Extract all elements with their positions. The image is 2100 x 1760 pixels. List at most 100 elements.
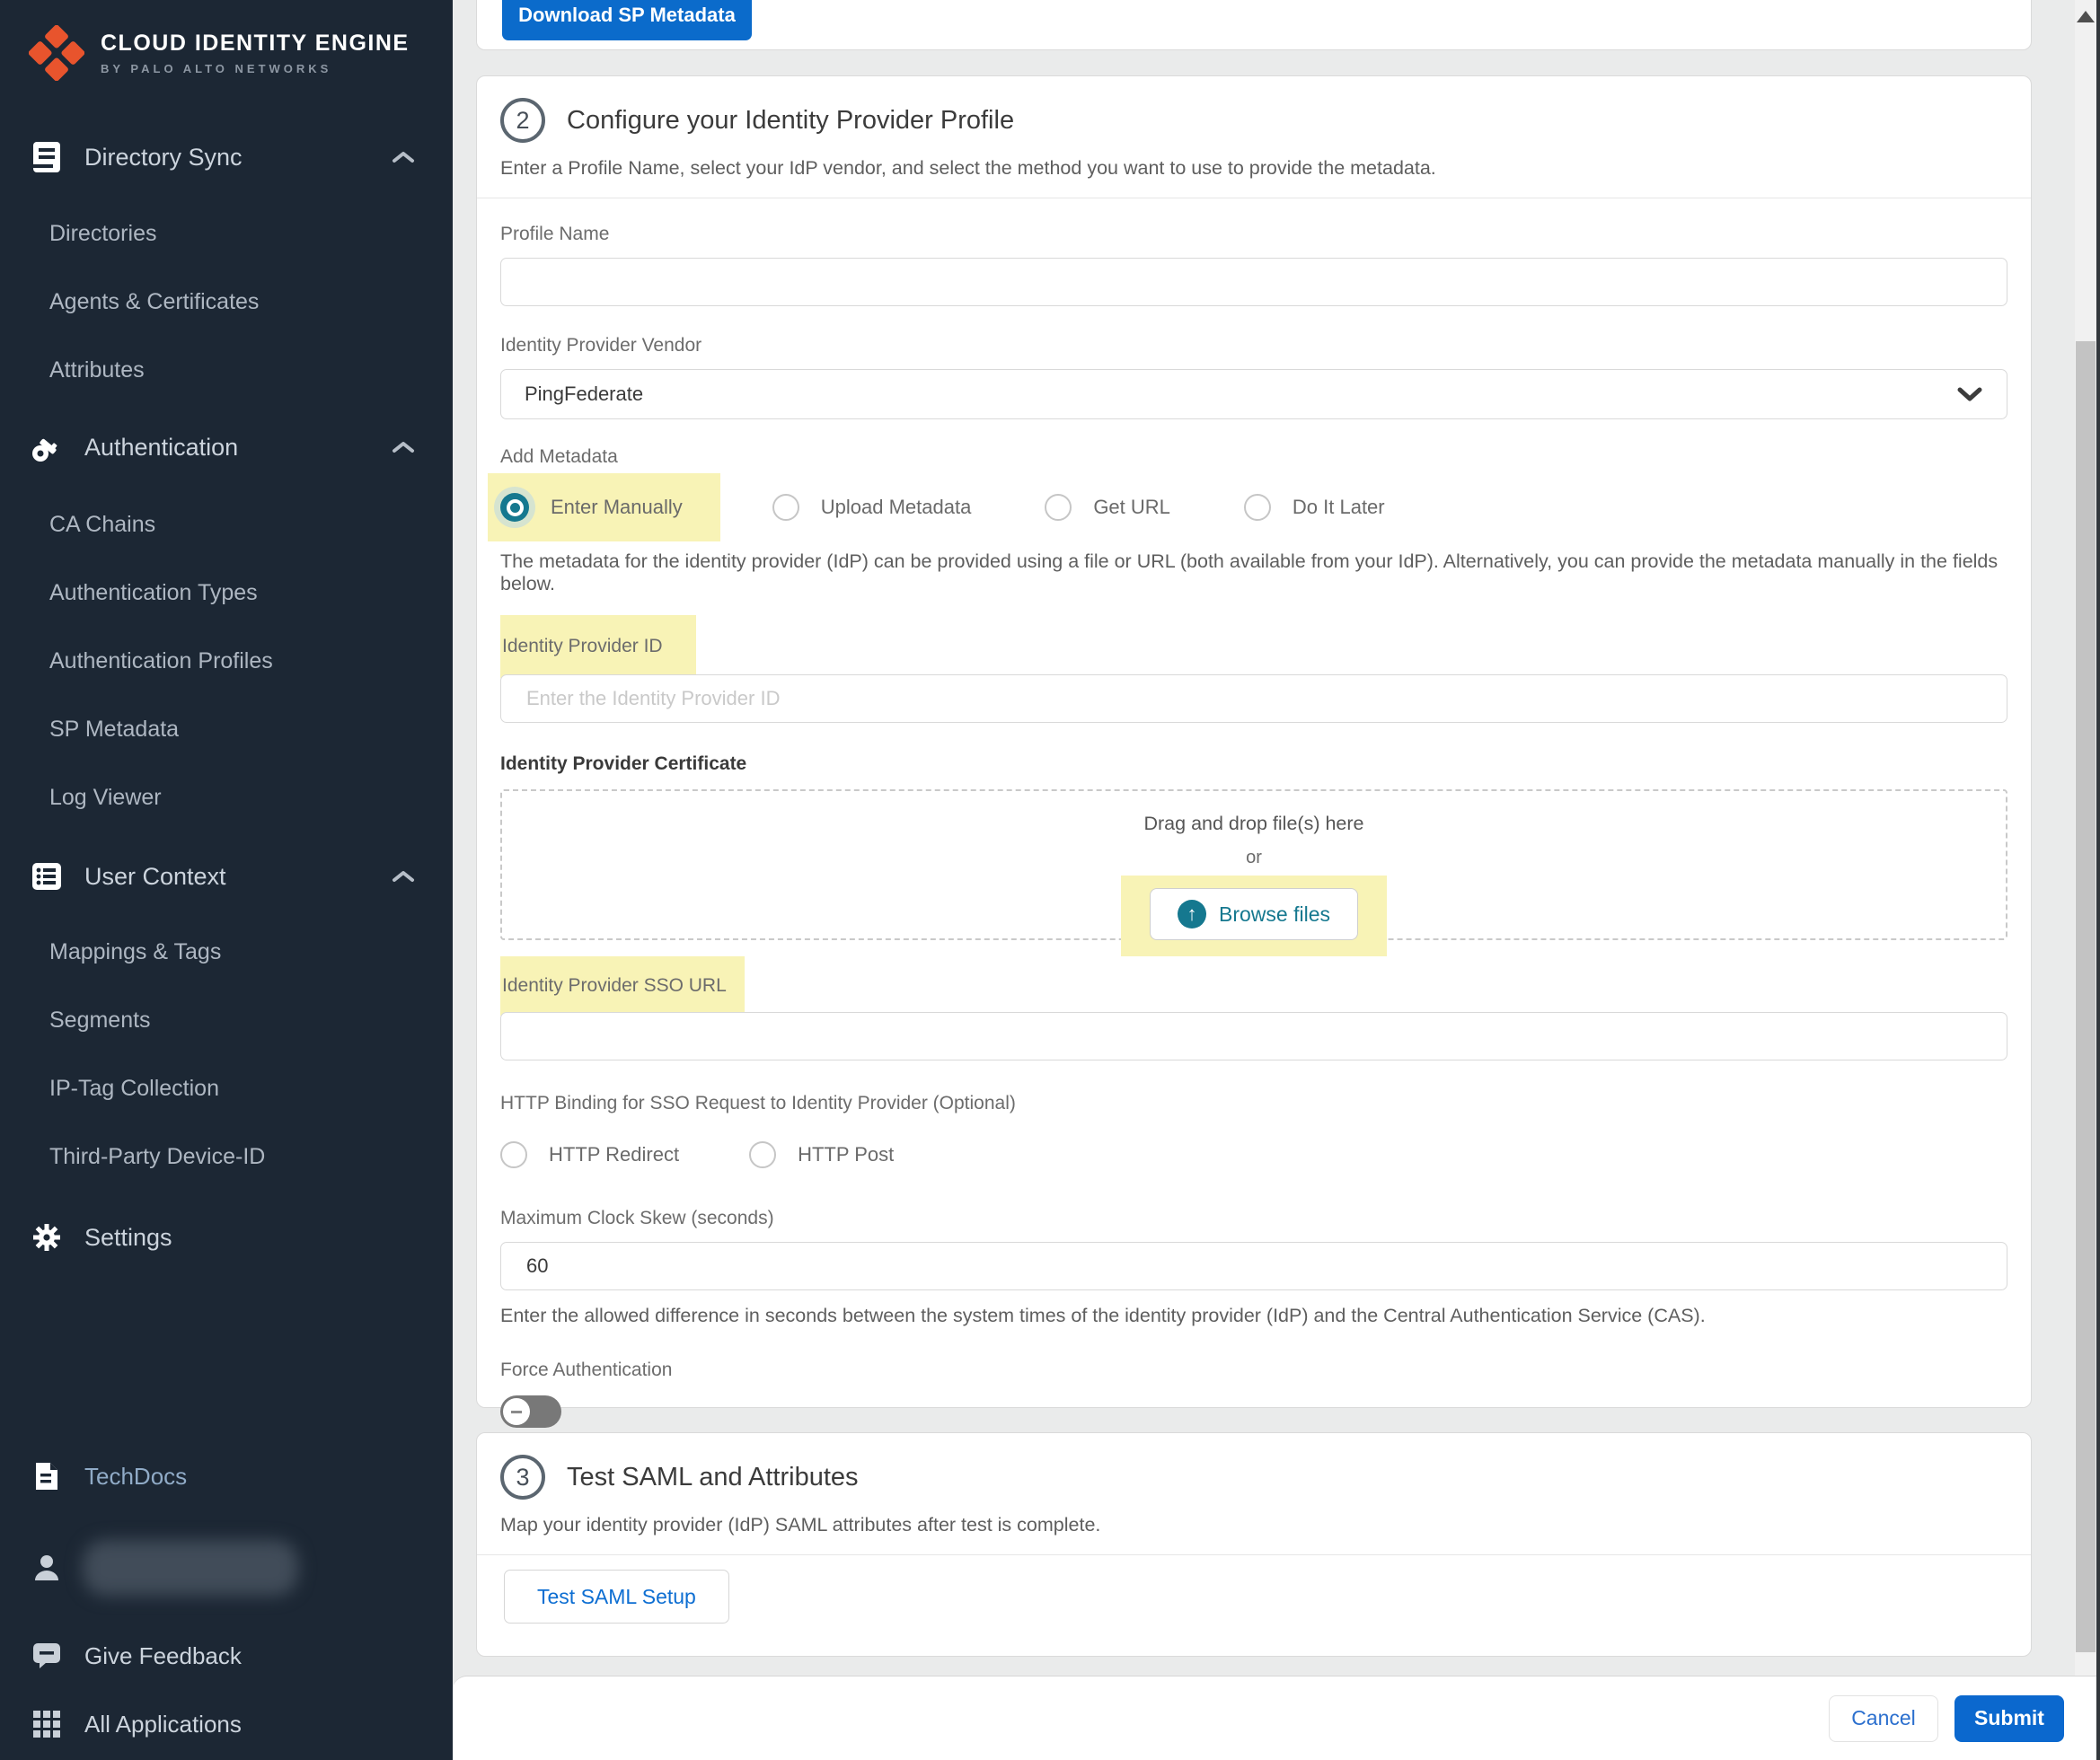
- key-icon: [29, 431, 65, 463]
- radio-http-post[interactable]: HTTP Post: [749, 1141, 894, 1168]
- app-title: CLOUD IDENTITY ENGINE: [101, 31, 410, 57]
- sidebar-item-give-feedback[interactable]: Give Feedback: [0, 1627, 453, 1685]
- cancel-button[interactable]: Cancel: [1829, 1695, 1938, 1742]
- sso-url-input[interactable]: [500, 1012, 2007, 1060]
- clock-skew-input[interactable]: [500, 1242, 2007, 1290]
- radio-do-it-later[interactable]: Do It Later: [1244, 494, 1385, 521]
- chevron-up-icon[interactable]: [392, 869, 415, 884]
- sidebar-item-techdocs[interactable]: TechDocs: [0, 1448, 453, 1505]
- footer-action-bar: Cancel Submit: [453, 1676, 2096, 1760]
- step2-title: Configure your Identity Provider Profile: [567, 106, 1014, 136]
- sidebar-item-all-applications[interactable]: All Applications: [0, 1695, 453, 1753]
- chevron-up-icon[interactable]: [392, 150, 415, 164]
- toggle-knob: [503, 1398, 530, 1425]
- idp-vendor-select[interactable]: PingFederate: [500, 369, 2007, 419]
- sidebar-item-log-viewer[interactable]: Log Viewer: [49, 772, 162, 823]
- sidebar-item-segments[interactable]: Segments: [49, 995, 151, 1045]
- idp-id-label: Identity Provider ID: [502, 636, 663, 657]
- sidebar-item-authentication-profiles[interactable]: Authentication Profiles: [49, 636, 273, 686]
- sidebar-item-label: TechDocs: [84, 1463, 187, 1491]
- sidebar-group-settings[interactable]: Settings: [0, 1209, 453, 1266]
- sidebar-item-agents-certificates[interactable]: Agents & Certificates: [49, 277, 259, 327]
- upload-arrow-icon: ↑: [1178, 900, 1206, 928]
- scroll-up-arrow-icon[interactable]: [2077, 11, 2095, 22]
- sidebar: CLOUD IDENTITY ENGINE BY PALO ALTO NETWO…: [0, 0, 453, 1760]
- logo: CLOUD IDENTITY ENGINE BY PALO ALTO NETWO…: [29, 25, 410, 81]
- force-auth-toggle[interactable]: [500, 1395, 561, 1428]
- sidebar-item-mappings-tags[interactable]: Mappings & Tags: [49, 927, 221, 977]
- step2-header: 2 Configure your Identity Provider Profi…: [477, 76, 2031, 198]
- idp-vendor-selected-value: PingFederate: [525, 383, 643, 406]
- scrollbar-track[interactable]: [2075, 0, 2096, 1711]
- window-edge: [2096, 0, 2100, 1760]
- browse-files-button[interactable]: ↑ Browse files: [1150, 888, 1358, 940]
- profile-name-label: Profile Name: [500, 224, 2007, 245]
- idp-certificate-label: Identity Provider Certificate: [500, 753, 2007, 775]
- sidebar-user-account[interactable]: [0, 1539, 453, 1597]
- user-icon: [29, 1553, 65, 1582]
- idp-id-label-highlight: Identity Provider ID: [500, 615, 696, 678]
- document-icon: [29, 1461, 65, 1492]
- redacted-username: [83, 1540, 298, 1596]
- radio-http-redirect[interactable]: HTTP Redirect: [500, 1141, 679, 1168]
- drop-text: Drag and drop file(s) here: [1144, 813, 1364, 835]
- sidebar-item-label: Give Feedback: [84, 1642, 242, 1670]
- sidebar-item-authentication-types[interactable]: Authentication Types: [49, 568, 258, 618]
- sidebar-group-label: Authentication: [84, 434, 238, 462]
- grid-icon: [29, 1710, 65, 1738]
- add-metadata-label: Add Metadata: [500, 446, 2007, 468]
- radio-icon: [772, 494, 799, 521]
- sidebar-group-authentication[interactable]: Authentication: [0, 418, 453, 476]
- scrollbar-thumb[interactable]: [2076, 341, 2096, 1652]
- radio-icon: [1244, 494, 1271, 521]
- radio-enter-manually[interactable]: Enter Manually: [488, 473, 720, 541]
- sidebar-group-label: Settings: [84, 1224, 172, 1252]
- step3-description: Map your identity provider (IdP) SAML at…: [500, 1514, 2006, 1536]
- sidebar-item-ca-chains[interactable]: CA Chains: [49, 499, 155, 550]
- test-saml-card: 3 Test SAML and Attributes Map your iden…: [476, 1432, 2032, 1657]
- add-metadata-help: The metadata for the identity provider (…: [500, 550, 2007, 595]
- step-number-badge: 2: [500, 98, 545, 143]
- browse-files-highlight: ↑ Browse files: [1121, 876, 1387, 956]
- http-binding-label: HTTP Binding for SSO Request to Identity…: [500, 1093, 2007, 1114]
- sidebar-item-attributes[interactable]: Attributes: [49, 345, 145, 395]
- chevron-up-icon[interactable]: [392, 440, 415, 454]
- book-icon: [29, 141, 65, 173]
- idp-vendor-label: Identity Provider Vendor: [500, 335, 2007, 356]
- sidebar-group-directory-sync[interactable]: Directory Sync: [0, 128, 453, 186]
- radio-get-url[interactable]: Get URL: [1045, 494, 1170, 521]
- sidebar-item-directories[interactable]: Directories: [49, 208, 156, 259]
- profile-name-input[interactable]: [500, 258, 2007, 306]
- step3-title: Test SAML and Attributes: [567, 1463, 859, 1492]
- step2-description: Enter a Profile Name, select your IdP ve…: [500, 157, 2006, 180]
- sidebar-group-label: User Context: [84, 863, 226, 891]
- app-subtitle: BY PALO ALTO NETWORKS: [101, 62, 410, 75]
- gear-icon: [29, 1221, 65, 1254]
- download-sp-metadata-button[interactable]: Download SP Metadata: [502, 0, 752, 40]
- sso-url-label: Identity Provider SSO URL: [502, 975, 727, 997]
- feedback-icon: [29, 1641, 65, 1670]
- palo-alto-logo-icon: [29, 25, 84, 81]
- sidebar-item-ip-tag-collection[interactable]: IP-Tag Collection: [49, 1063, 219, 1113]
- step3-header: 3 Test SAML and Attributes Map your iden…: [477, 1433, 2031, 1555]
- sidebar-group-user-context[interactable]: User Context: [0, 848, 453, 905]
- sso-url-label-highlight: Identity Provider SSO URL: [500, 956, 745, 1016]
- sidebar-item-third-party-device-id[interactable]: Third-Party Device-ID: [49, 1131, 265, 1182]
- radio-selected-icon: [500, 493, 529, 522]
- drop-or-text: or: [1246, 848, 1262, 868]
- sidebar-item-sp-metadata[interactable]: SP Metadata: [49, 704, 179, 754]
- force-auth-label: Force Authentication: [500, 1360, 2007, 1381]
- clock-skew-label: Maximum Clock Skew (seconds): [500, 1208, 2007, 1229]
- test-saml-setup-button[interactable]: Test SAML Setup: [504, 1570, 729, 1624]
- certificate-drop-area[interactable]: Drag and drop file(s) here or ↑ Browse f…: [500, 789, 2007, 940]
- radio-icon: [1045, 494, 1072, 521]
- list-icon: [29, 862, 65, 891]
- radio-upload-metadata[interactable]: Upload Metadata: [772, 494, 972, 521]
- sp-metadata-card: Download SP Metadata: [476, 0, 2032, 50]
- submit-button[interactable]: Submit: [1954, 1695, 2064, 1742]
- sidebar-item-label: All Applications: [84, 1711, 242, 1738]
- configure-idp-profile-card: 2 Configure your Identity Provider Profi…: [476, 75, 2032, 1408]
- sidebar-group-label: Directory Sync: [84, 144, 243, 172]
- idp-id-input[interactable]: [500, 674, 2007, 723]
- clock-skew-help: Enter the allowed difference in seconds …: [500, 1305, 2007, 1327]
